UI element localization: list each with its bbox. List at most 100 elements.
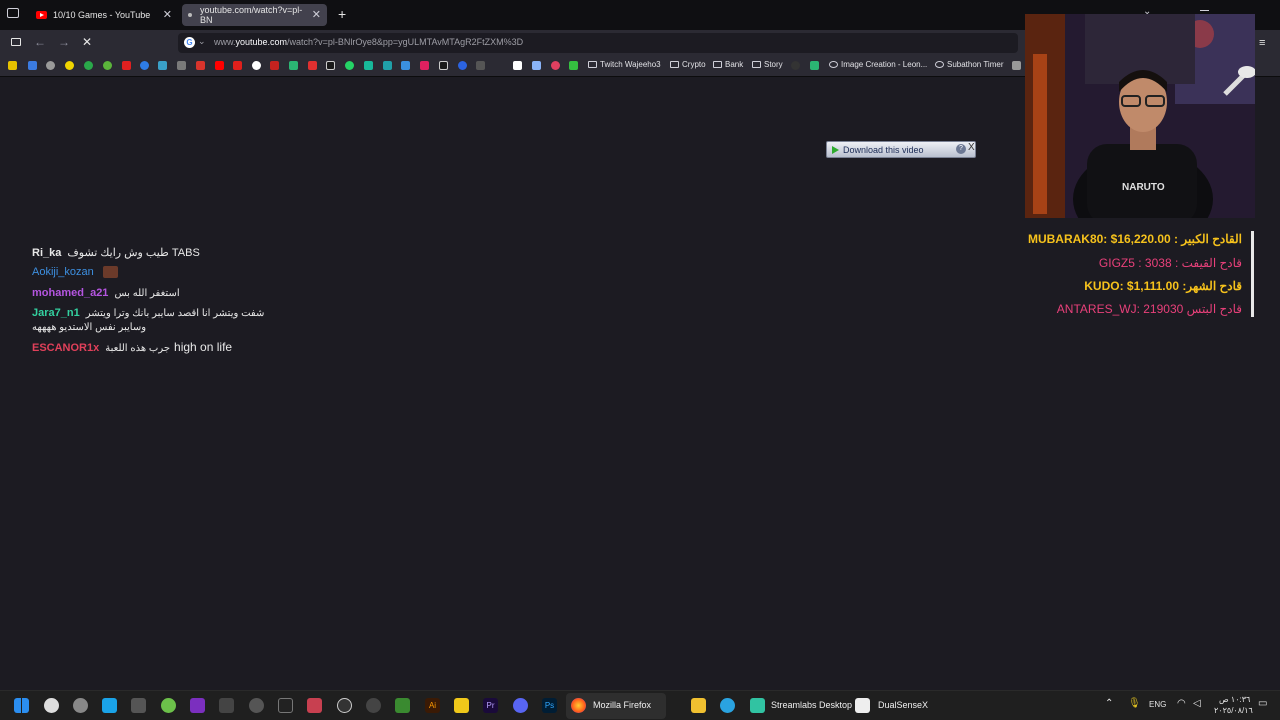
telegram-icon[interactable] bbox=[720, 698, 735, 713]
taskbar-app-dualsensex[interactable]: DualSenseX bbox=[878, 700, 928, 710]
chat-message: mohamed_a21 استغفر الله بس bbox=[32, 287, 180, 299]
chat-text: شفت ويتشر انا اقصد سايبر بانك وترا ويتشر bbox=[85, 308, 265, 319]
bookmark-icon[interactable] bbox=[196, 61, 205, 70]
4k-downloader-icon[interactable] bbox=[249, 698, 264, 713]
minimize-icon[interactable] bbox=[1200, 10, 1209, 11]
bookmark-icon[interactable] bbox=[8, 61, 17, 70]
bookmark-subathon-timer[interactable]: Subathon Timer bbox=[935, 60, 1003, 69]
back-arrow-icon[interactable]: ← bbox=[34, 35, 46, 49]
google-icon: G bbox=[184, 37, 195, 48]
bookmark-icon[interactable] bbox=[513, 61, 522, 70]
bookmark-icon[interactable] bbox=[289, 61, 298, 70]
bookmark-icon[interactable] bbox=[326, 61, 335, 70]
bookmark-icon[interactable] bbox=[65, 61, 74, 70]
tab-youtube-games[interactable]: 10/10 Games - YouTube ✕ bbox=[30, 4, 178, 26]
volume-icon[interactable]: ◁ bbox=[1193, 698, 1201, 709]
chevron-down-icon[interactable]: ⌄ bbox=[198, 36, 206, 47]
folder-icon bbox=[588, 61, 597, 68]
obs-icon[interactable] bbox=[337, 698, 352, 713]
bookmark-icon[interactable] bbox=[345, 61, 354, 70]
tab-list-button[interactable] bbox=[7, 8, 19, 18]
folder-icon bbox=[670, 61, 679, 68]
nzxt-icon[interactable] bbox=[190, 698, 205, 713]
bookmark-image-creation[interactable]: Image Creation - Leon... bbox=[829, 60, 927, 69]
language-indicator[interactable]: ENG bbox=[1149, 700, 1166, 709]
close-tab-icon[interactable]: ✕ bbox=[312, 8, 321, 21]
discord-icon[interactable] bbox=[513, 698, 528, 713]
chevron-up-icon[interactable]: ⌃ bbox=[1105, 698, 1113, 709]
bookmark-folder-bank[interactable]: Bank bbox=[713, 60, 743, 69]
close-icon[interactable]: X bbox=[968, 142, 975, 153]
microphone-icon[interactable]: 🎙 bbox=[1128, 698, 1141, 709]
bookmark-icon[interactable] bbox=[810, 61, 819, 70]
bookmark-icon[interactable] bbox=[308, 61, 317, 70]
notification-icon[interactable]: ▭ bbox=[1258, 698, 1267, 709]
bookmark-icon[interactable] bbox=[46, 61, 55, 70]
play-icon bbox=[832, 145, 839, 154]
bookmark-icon[interactable] bbox=[364, 61, 373, 70]
menu-icon[interactable]: ≡ bbox=[1259, 37, 1265, 49]
bookmark-icon[interactable] bbox=[383, 61, 392, 70]
illustrator-icon[interactable]: Ai bbox=[425, 698, 440, 713]
bookmark-icon[interactable] bbox=[401, 61, 410, 70]
bookmark-icon[interactable] bbox=[439, 61, 448, 70]
close-tab-icon[interactable]: ✕ bbox=[163, 8, 172, 21]
app-icon[interactable] bbox=[73, 698, 88, 713]
bookmark-icon[interactable] bbox=[215, 61, 224, 70]
bookmark-folder-twitch[interactable]: Twitch Wajeeho3 bbox=[588, 60, 661, 69]
file-explorer-icon[interactable] bbox=[691, 698, 706, 713]
download-video-button[interactable]: Download this video bbox=[832, 143, 952, 156]
bookmark-icon[interactable] bbox=[1012, 61, 1021, 70]
bookmark-icon[interactable] bbox=[270, 61, 279, 70]
taskbar-app-streamlabs[interactable]: Streamlabs Desktop bbox=[771, 700, 852, 710]
bookmark-icon[interactable] bbox=[158, 61, 167, 70]
app-icon[interactable] bbox=[395, 698, 410, 713]
dualsensex-icon[interactable] bbox=[855, 698, 870, 713]
photoshop-icon[interactable]: Ps bbox=[542, 698, 557, 713]
chat-username: Jara7_n1 bbox=[32, 307, 80, 319]
tab-youtube-watch[interactable]: youtube.com/watch?v=pl-BN ✕ bbox=[182, 4, 327, 26]
bookmark-icon[interactable] bbox=[84, 61, 93, 70]
app-icon[interactable] bbox=[307, 698, 322, 713]
bookmark-icon[interactable] bbox=[252, 61, 261, 70]
bookmark-icon[interactable] bbox=[233, 61, 242, 70]
new-tab-button[interactable]: + bbox=[338, 6, 346, 22]
chat-username: ESCANOR1x bbox=[32, 342, 100, 354]
forward-arrow-icon[interactable]: → bbox=[58, 35, 70, 49]
bookmark-icon[interactable] bbox=[122, 61, 131, 70]
bookmark-icon[interactable] bbox=[140, 61, 149, 70]
utorrent-icon[interactable] bbox=[161, 698, 176, 713]
url-text[interactable]: www.youtube.com/watch?v=pl-BNlrOye8&pp=y… bbox=[214, 37, 523, 47]
bookmark-icon[interactable] bbox=[420, 61, 429, 70]
bookmark-icon[interactable] bbox=[458, 61, 467, 70]
taskbar-app-firefox[interactable]: Mozilla Firefox bbox=[593, 700, 651, 710]
clock-time[interactable]: ١٠:٣٦ ص bbox=[1219, 695, 1250, 704]
chatgpt-icon[interactable] bbox=[366, 698, 381, 713]
wifi-icon[interactable]: ◠ bbox=[1177, 698, 1186, 709]
address-bar[interactable]: G ⌄ www.youtube.com/watch?v=pl-BNlrOye8&… bbox=[178, 33, 1018, 53]
clock-date[interactable]: ٢٠٢٥/٠٨/١٦ bbox=[1214, 706, 1253, 715]
sidebar-icon[interactable] bbox=[11, 38, 21, 46]
app-icon[interactable] bbox=[219, 698, 234, 713]
premiere-icon[interactable]: Pr bbox=[483, 698, 498, 713]
app-icon[interactable] bbox=[278, 698, 293, 713]
bookmark-folder-crypto[interactable]: Crypto bbox=[670, 60, 706, 69]
bookmark-icon[interactable] bbox=[551, 61, 560, 70]
streamlabs-icon[interactable] bbox=[750, 698, 765, 713]
bookmark-folder-story[interactable]: Story bbox=[752, 60, 783, 69]
calculator-icon[interactable] bbox=[131, 698, 146, 713]
windows-start-icon[interactable] bbox=[14, 698, 29, 713]
bookmark-icon[interactable] bbox=[791, 61, 800, 70]
bookmark-icon[interactable] bbox=[476, 61, 485, 70]
firefox-icon[interactable] bbox=[571, 698, 586, 713]
bookmark-icon[interactable] bbox=[569, 61, 578, 70]
app-icon[interactable] bbox=[102, 698, 117, 713]
maps-icon[interactable] bbox=[44, 698, 59, 713]
bookmark-icon[interactable] bbox=[103, 61, 112, 70]
stop-loading-icon[interactable]: ✕ bbox=[82, 35, 92, 49]
bookmark-icon[interactable] bbox=[28, 61, 37, 70]
bookmark-icon[interactable] bbox=[532, 61, 541, 70]
sticky-notes-icon[interactable] bbox=[454, 698, 469, 713]
bookmark-icon[interactable] bbox=[177, 61, 186, 70]
help-icon[interactable]: ? bbox=[956, 144, 966, 154]
